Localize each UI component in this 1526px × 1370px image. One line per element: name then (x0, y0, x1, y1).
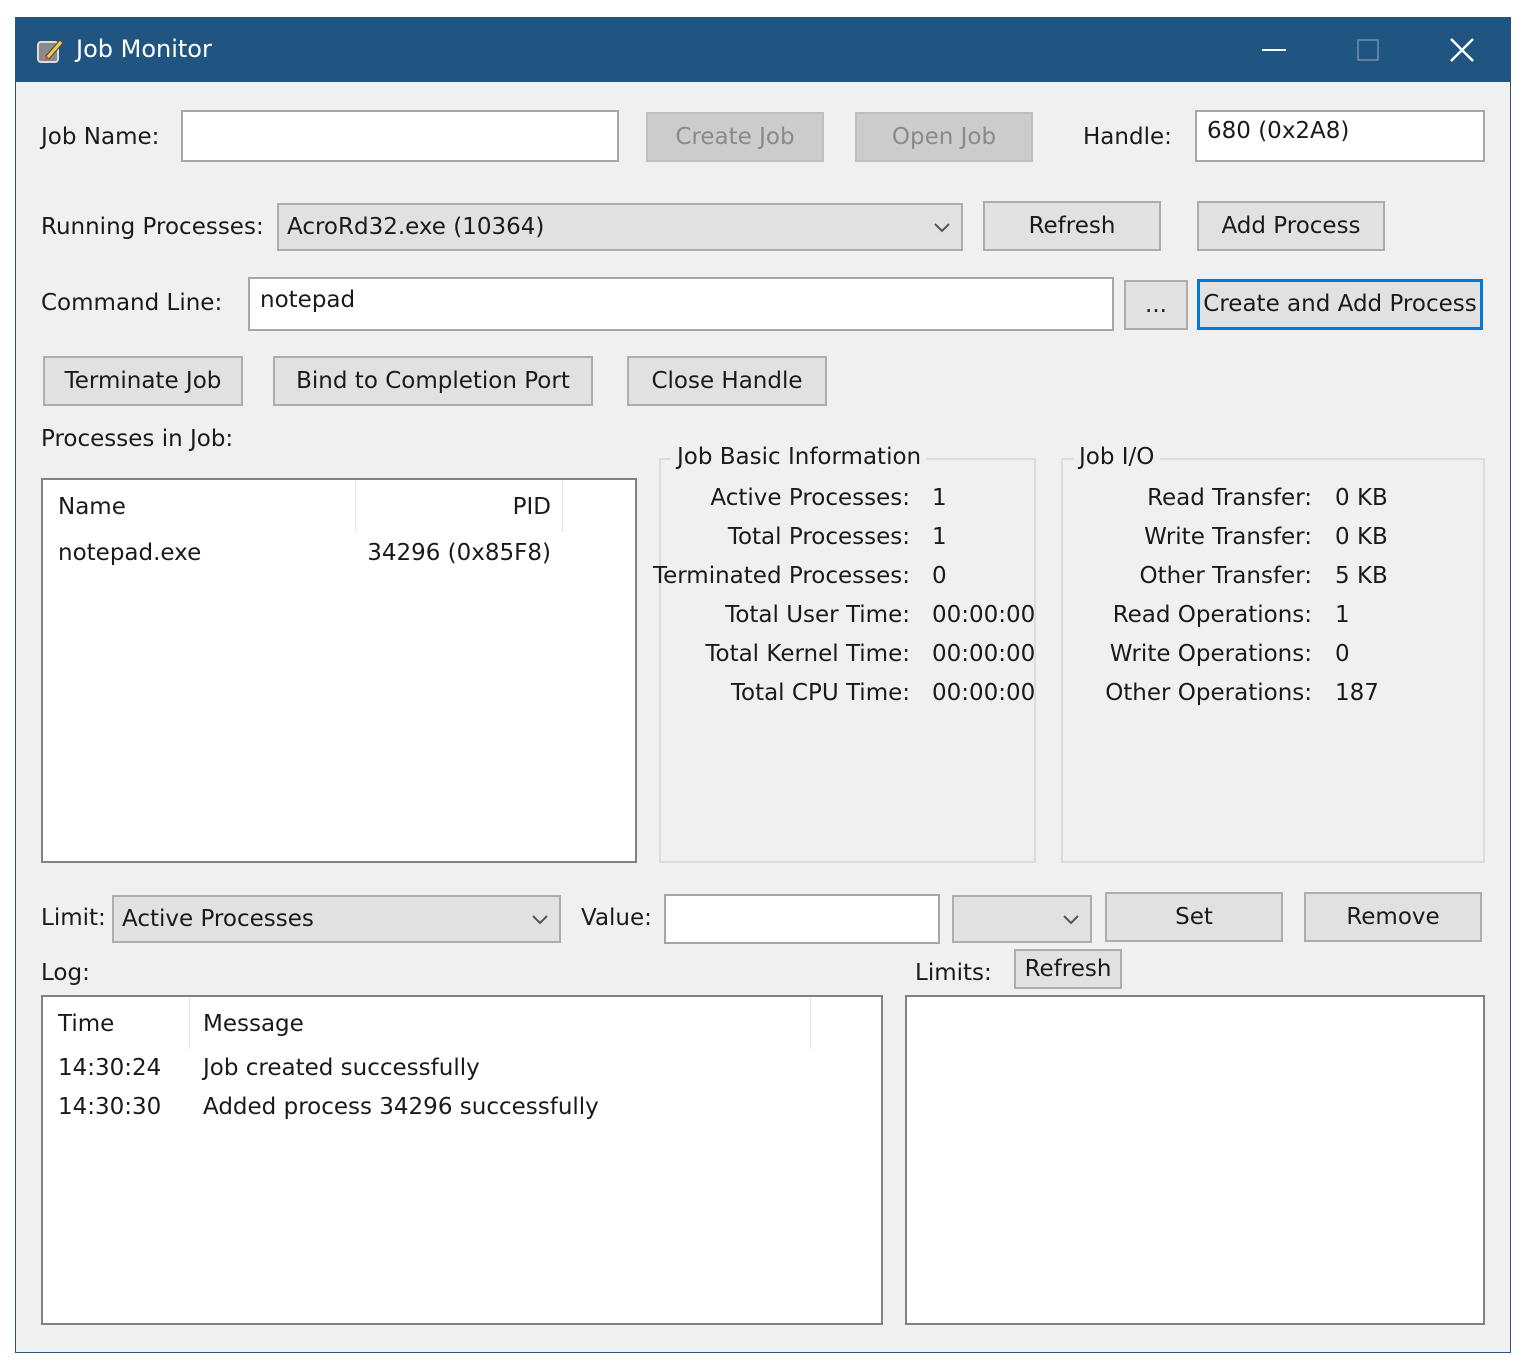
column-separator (355, 480, 356, 532)
limits-list[interactable] (905, 995, 1485, 1325)
limit-label: Limit: (41, 905, 106, 931)
limit-combo[interactable]: Active Processes (112, 895, 561, 943)
info-value: 0 KB (1335, 485, 1388, 511)
info-key: Read Transfer: (1147, 485, 1312, 511)
open-job-button: Open Job (855, 112, 1033, 162)
basic-info-title: Job Basic Information (671, 444, 928, 470)
info-value: 1 (932, 524, 947, 550)
create-job-button: Create Job (646, 112, 824, 162)
column-separator (562, 480, 563, 532)
log-message-cell: Job created successfully (203, 1055, 480, 1081)
bind-completion-port-button[interactable]: Bind to Completion Port (273, 356, 593, 406)
processes-in-job-label: Processes in Job: (41, 426, 234, 452)
info-key: Write Transfer: (1144, 524, 1312, 550)
terminate-job-button[interactable]: Terminate Job (43, 356, 243, 406)
add-process-button[interactable]: Add Process (1197, 201, 1385, 251)
maximize-icon (1357, 39, 1379, 61)
info-value: 00:00:00 (932, 602, 1036, 628)
info-key: Write Operations: (1109, 641, 1312, 667)
close-icon (1450, 38, 1474, 62)
maximize-button (1320, 18, 1416, 82)
job-name-label: Job Name: (41, 124, 160, 150)
log-list[interactable]: Time Message 14:30:24 Job created succes… (41, 995, 883, 1325)
title-bar[interactable]: Job Monitor (16, 18, 1510, 82)
info-key: Total Processes: (727, 524, 910, 550)
handle-label: Handle: (1083, 124, 1172, 150)
chevron-down-icon (532, 915, 548, 925)
minimize-icon (1262, 49, 1286, 51)
io-info-title: Job I/O (1073, 444, 1161, 470)
column-separator (810, 997, 811, 1049)
command-line-input[interactable]: notepad (248, 277, 1114, 331)
app-icon (36, 36, 64, 64)
info-key: Read Operations: (1112, 602, 1312, 628)
info-value: 187 (1335, 680, 1379, 706)
info-key: Terminated Processes: (652, 563, 910, 589)
chevron-down-icon (1063, 915, 1079, 925)
running-processes-selected: AcroRd32.exe (10364) (287, 214, 545, 240)
limit-selected: Active Processes (122, 906, 314, 932)
job-monitor-window: Job Monitor Job Name: Create Job Open Jo… (15, 17, 1511, 1353)
limit-value-input[interactable] (664, 894, 940, 944)
info-key: Other Transfer: (1139, 563, 1312, 589)
job-name-input[interactable] (181, 110, 619, 162)
info-key: Total Kernel Time: (705, 641, 910, 667)
info-key: Total User Time: (725, 602, 910, 628)
info-key: Active Processes: (710, 485, 910, 511)
refresh-limits-button[interactable]: Refresh (1014, 949, 1122, 989)
column-header-time[interactable]: Time (58, 997, 114, 1053)
log-message-cell: Added process 34296 successfully (203, 1094, 599, 1120)
running-processes-label: Running Processes: (41, 214, 264, 240)
command-line-label: Command Line: (41, 290, 223, 316)
info-value: 1 (1335, 602, 1350, 628)
process-pid-cell: 34296 (0x85F8) (367, 540, 551, 566)
info-key: Other Operations: (1105, 680, 1312, 706)
info-value: 0 (932, 563, 947, 589)
column-header-name[interactable]: Name (58, 480, 126, 536)
value-label: Value: (581, 905, 652, 931)
window-title: Job Monitor (76, 35, 212, 63)
set-limit-button[interactable]: Set (1105, 892, 1283, 942)
info-key: Total CPU Time: (730, 680, 910, 706)
minimize-button[interactable] (1226, 18, 1322, 82)
close-handle-button[interactable]: Close Handle (627, 356, 827, 406)
process-name-cell: notepad.exe (58, 540, 202, 566)
chevron-down-icon (934, 223, 950, 233)
log-time-cell: 14:30:30 (58, 1094, 162, 1120)
limit-unit-combo[interactable] (952, 895, 1092, 943)
processes-in-job-list[interactable]: Name PID notepad.exe 34296 (0x85F8) (41, 478, 637, 863)
log-time-cell: 14:30:24 (58, 1055, 162, 1081)
handle-field: 680 (0x2A8) (1195, 110, 1485, 162)
log-label: Log: (41, 960, 90, 986)
column-header-message[interactable]: Message (203, 997, 304, 1053)
info-value: 00:00:00 (932, 680, 1036, 706)
info-value: 1 (932, 485, 947, 511)
remove-limit-button[interactable]: Remove (1304, 892, 1482, 942)
limits-label: Limits: (915, 960, 992, 986)
info-value: 5 KB (1335, 563, 1388, 589)
basic-info-group: Job Basic Information Active Processes: … (653, 444, 1036, 863)
refresh-processes-button[interactable]: Refresh (983, 201, 1161, 251)
info-value: 00:00:00 (932, 641, 1036, 667)
io-info-group: Job I/O Read Transfer: 0 KB Write Transf… (1061, 444, 1485, 863)
close-button[interactable] (1414, 18, 1510, 82)
running-processes-combo[interactable]: AcroRd32.exe (10364) (277, 203, 963, 251)
info-value: 0 KB (1335, 524, 1388, 550)
column-separator (189, 997, 190, 1049)
browse-button[interactable]: ... (1124, 280, 1188, 330)
create-and-add-process-button[interactable]: Create and Add Process (1197, 279, 1483, 330)
column-header-pid[interactable]: PID (363, 480, 551, 536)
info-value: 0 (1335, 641, 1350, 667)
